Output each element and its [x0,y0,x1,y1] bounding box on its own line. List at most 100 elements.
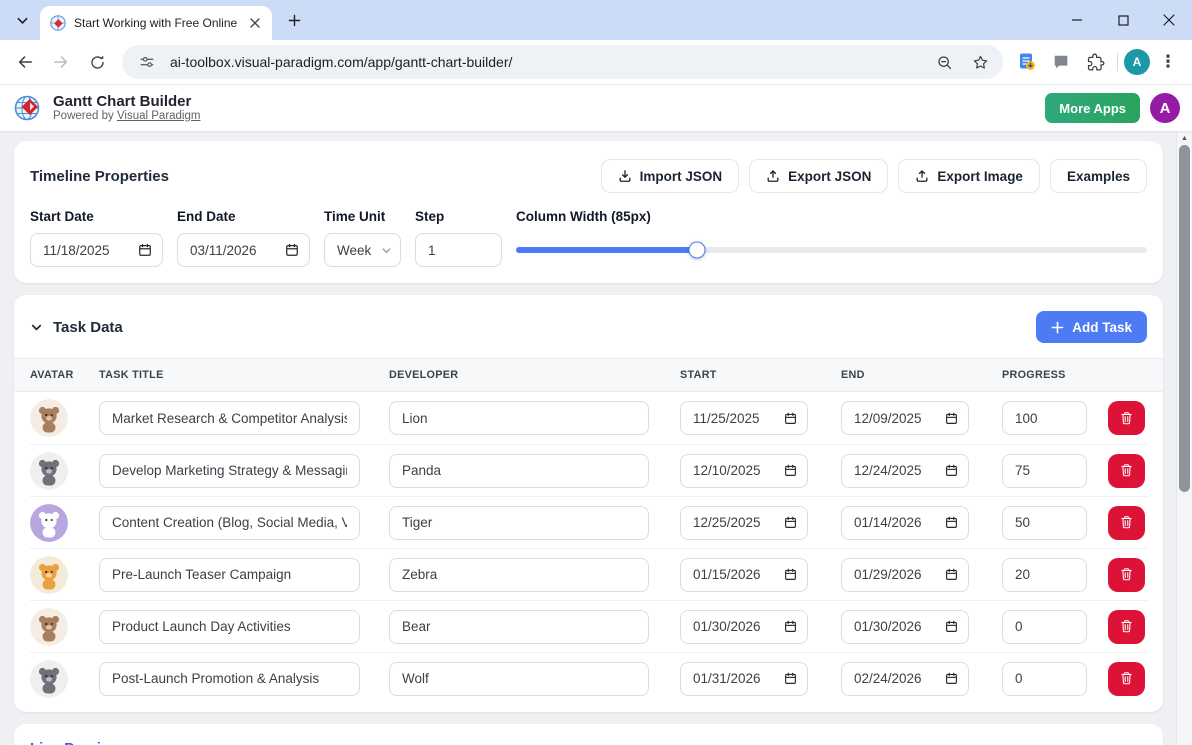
tab-search-button[interactable] [8,6,36,34]
end-date-input[interactable] [854,515,930,530]
developer-input[interactable] [389,454,649,488]
developer-input[interactable] [389,401,649,435]
calendar-icon[interactable] [138,243,152,257]
column-width-slider[interactable] [516,233,1147,267]
task-title-input[interactable] [99,454,360,488]
docs-extension-icon[interactable] [1011,46,1043,78]
progress-input[interactable] [1002,401,1087,435]
calendar-icon[interactable] [945,672,958,685]
delete-task-button[interactable] [1108,454,1145,488]
developer-input[interactable] [389,610,649,644]
start-date-input[interactable] [693,463,769,478]
calendar-icon[interactable] [945,516,958,529]
progress-input[interactable] [1002,454,1087,488]
browser-menu-kebab-icon[interactable]: ⋮ [1152,46,1184,78]
task-title-input[interactable] [99,401,360,435]
progress-input[interactable] [1002,662,1087,696]
start-date-input[interactable] [43,243,119,258]
row-end-date-field[interactable] [841,506,969,540]
scrollbar-up-arrow[interactable]: ▲ [1177,131,1192,145]
browser-tab[interactable]: Start Working with Free Online [40,6,272,40]
row-start-date-field[interactable] [680,662,808,696]
end-date-input[interactable] [190,243,266,258]
task-title-input[interactable] [99,558,360,592]
step-input[interactable] [416,243,501,258]
progress-input[interactable] [1002,506,1087,540]
export-image-button[interactable]: Export Image [898,159,1040,193]
browser-profile-avatar[interactable]: A [1124,49,1150,75]
calendar-icon[interactable] [784,464,797,477]
visual-paradigm-link[interactable]: Visual Paradigm [117,110,201,122]
row-start-date-field[interactable] [680,401,808,435]
end-date-input[interactable] [854,671,930,686]
calendar-icon[interactable] [285,243,299,257]
add-task-button[interactable]: Add Task [1036,311,1147,343]
developer-input[interactable] [389,662,649,696]
delete-task-button[interactable] [1108,662,1145,696]
new-tab-button[interactable] [280,6,308,34]
slider-track[interactable] [516,247,1147,253]
user-avatar[interactable]: A [1150,93,1180,123]
window-maximize-button[interactable] [1100,0,1146,40]
forward-button[interactable] [44,45,78,79]
calendar-icon[interactable] [784,620,797,633]
task-title-input[interactable] [99,662,360,696]
developer-input[interactable] [389,558,649,592]
delete-task-button[interactable] [1108,558,1145,592]
end-date-input[interactable] [854,463,930,478]
window-close-button[interactable] [1146,0,1192,40]
time-unit-select[interactable]: Week [324,233,401,267]
site-settings-icon[interactable] [134,49,160,75]
start-date-input[interactable] [693,411,769,426]
url-text[interactable]: ai-toolbox.visual-paradigm.com/app/gantt… [170,54,921,70]
row-start-date-field[interactable] [680,454,808,488]
delete-task-button[interactable] [1108,506,1145,540]
export-json-button[interactable]: Export JSON [749,159,888,193]
calendar-icon[interactable] [945,568,958,581]
row-end-date-field[interactable] [841,662,969,696]
calendar-icon[interactable] [784,568,797,581]
end-date-input[interactable] [854,619,930,634]
step-field[interactable] [415,233,502,267]
end-date-input[interactable] [854,567,930,582]
page-scrollbar[interactable]: ▲ [1176,131,1192,745]
row-end-date-field[interactable] [841,454,969,488]
calendar-icon[interactable] [945,412,958,425]
more-apps-button[interactable]: More Apps [1045,93,1140,123]
start-date-field[interactable] [30,233,163,267]
import-json-button[interactable]: Import JSON [601,159,740,193]
window-minimize-button[interactable] [1054,0,1100,40]
calendar-icon[interactable] [945,620,958,633]
row-start-date-field[interactable] [680,558,808,592]
task-title-input[interactable] [99,610,360,644]
row-start-date-field[interactable] [680,506,808,540]
start-date-input[interactable] [693,515,769,530]
end-date-input[interactable] [854,411,930,426]
examples-button[interactable]: Examples [1050,159,1147,193]
extensions-puzzle-icon[interactable] [1079,46,1111,78]
comment-bubble-icon[interactable] [1045,46,1077,78]
delete-task-button[interactable] [1108,610,1145,644]
row-end-date-field[interactable] [841,401,969,435]
calendar-icon[interactable] [784,516,797,529]
task-title-input[interactable] [99,506,360,540]
task-data-collapse-toggle[interactable]: Task Data [30,319,123,336]
row-end-date-field[interactable] [841,610,969,644]
calendar-icon[interactable] [945,464,958,477]
calendar-icon[interactable] [784,672,797,685]
row-end-date-field[interactable] [841,558,969,592]
calendar-icon[interactable] [784,412,797,425]
start-date-input[interactable] [693,671,769,686]
bookmark-star-icon[interactable] [967,49,993,75]
progress-input[interactable] [1002,558,1087,592]
developer-input[interactable] [389,506,649,540]
end-date-field[interactable] [177,233,310,267]
progress-input[interactable] [1002,610,1087,644]
delete-task-button[interactable] [1108,401,1145,435]
scrollbar-thumb[interactable] [1179,145,1190,492]
back-button[interactable] [8,45,42,79]
start-date-input[interactable] [693,619,769,634]
address-bar[interactable]: ai-toolbox.visual-paradigm.com/app/gantt… [122,45,1003,79]
row-start-date-field[interactable] [680,610,808,644]
zoom-out-icon[interactable] [931,49,957,75]
